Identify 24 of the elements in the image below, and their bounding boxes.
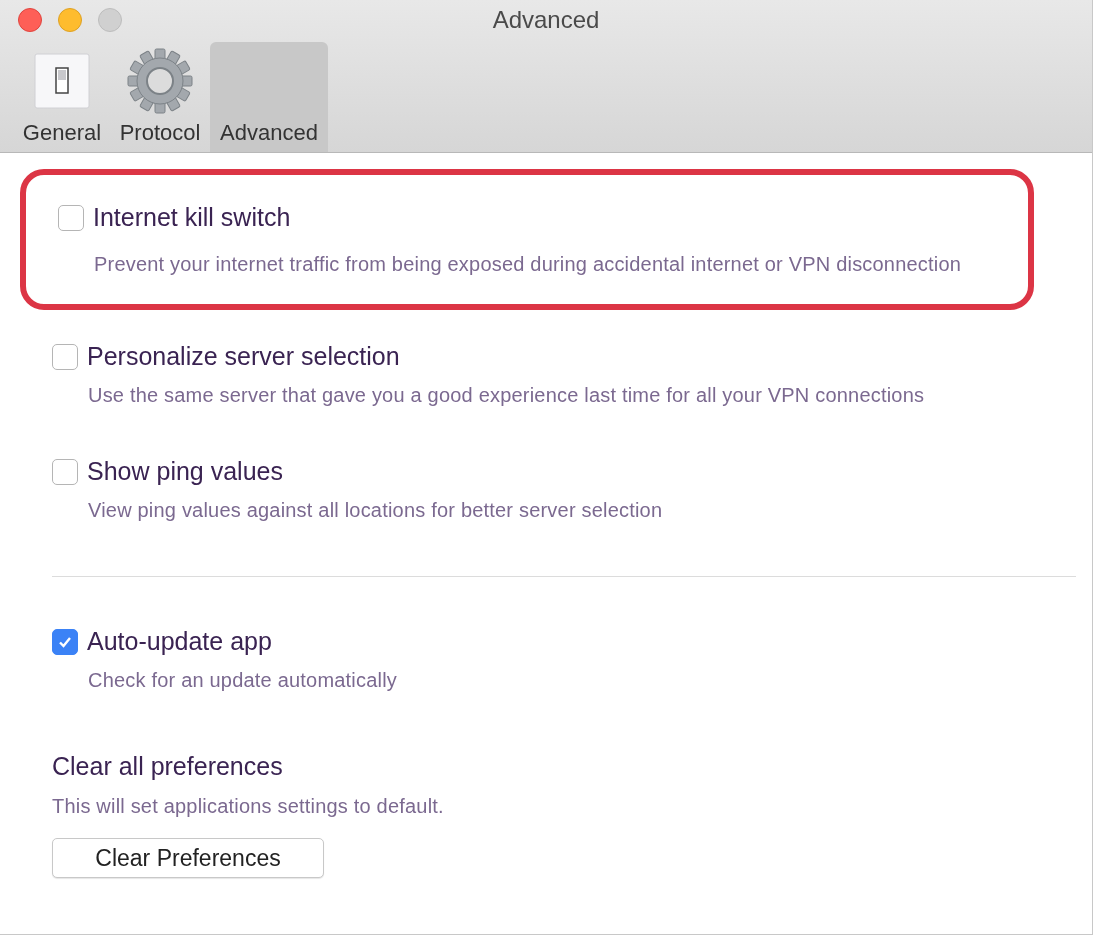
toolbar-tab[interactable]: General xyxy=(14,42,110,152)
option-description: View ping values against all locations for better server selection xyxy=(87,498,664,523)
option-description: Prevent your internet traffic from being exposed during accidental internet or VPN disconnection xyxy=(93,252,963,277)
checkbox[interactable] xyxy=(58,204,84,231)
switch-icon xyxy=(34,53,90,109)
zoom-button[interactable] xyxy=(98,8,122,32)
window-title: Advanced xyxy=(492,5,600,35)
option-title: Internet kill switch xyxy=(93,203,291,232)
option-title: Personalize server selection xyxy=(87,342,400,371)
section-description: This will set applications settings to default. xyxy=(52,795,445,818)
checkbox[interactable] xyxy=(52,458,78,485)
checkbox[interactable] xyxy=(52,628,78,655)
option-description: Use the same server that gave you a good experience last time for all your VPN connections xyxy=(87,383,926,408)
close-button[interactable] xyxy=(18,8,42,32)
gear-icon xyxy=(127,48,193,114)
clear-preferences-button[interactable]: Clear Preferences xyxy=(52,838,324,878)
toolbar-tab[interactable]: Advanced xyxy=(210,42,328,152)
minimize-button[interactable] xyxy=(58,8,82,32)
checkbox[interactable] xyxy=(52,343,78,370)
option-description: Check for an update automatically xyxy=(87,668,398,693)
option-title: Show ping values xyxy=(87,457,283,486)
section-heading: Clear all preferences xyxy=(52,752,284,781)
toolbar-tab[interactable]: Protocol xyxy=(112,42,208,152)
option-title: Auto-update app xyxy=(87,627,272,656)
